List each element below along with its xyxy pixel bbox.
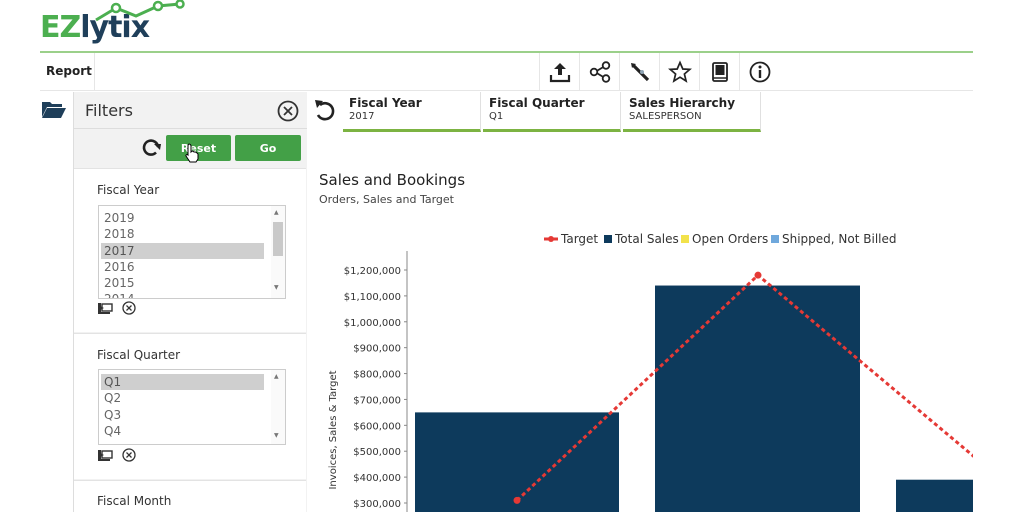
info-icon [749, 61, 771, 82]
magic-wand-icon [631, 62, 650, 81]
total-sales-bar[interactable] [655, 285, 860, 512]
legend-label[interactable]: Shipped, Not Billed [782, 232, 897, 246]
clear-circle-icon[interactable] [122, 448, 136, 462]
breadcrumb-value: 2017 [349, 111, 375, 122]
y-tick-label: $1,000,000 [344, 318, 401, 329]
star-icon [668, 59, 692, 83]
y-tick-label: $300,000 [353, 499, 401, 510]
fiscal-year-option-selected[interactable]: 2017 [101, 243, 264, 259]
export-button[interactable] [539, 53, 580, 90]
select-tool-icon[interactable] [97, 301, 117, 315]
fiscal-quarter-tools [97, 447, 136, 466]
go-button[interactable]: Go [235, 135, 301, 161]
select-tool-icon[interactable] [97, 448, 117, 462]
scroll-up-arrow-icon[interactable]: ▲ [274, 209, 279, 216]
magic-wand-button[interactable] [619, 53, 660, 90]
breadcrumb-sales-hierarchy[interactable]: Sales Hierarchy SALESPERSON [623, 92, 761, 132]
y-tick-label: $1,200,000 [344, 266, 401, 277]
scroll-thumb[interactable] [273, 222, 283, 256]
legend-swatch [771, 235, 779, 243]
y-axis-title: Invoices, Sales & Target [328, 370, 339, 489]
breadcrumb-fiscal-quarter[interactable]: Fiscal Quarter Q1 [483, 92, 621, 132]
info-button[interactable] [739, 53, 780, 90]
undo-icon [315, 100, 335, 121]
share-icon [589, 60, 611, 83]
clear-circle-icon[interactable] [122, 301, 136, 315]
logo-trend-icon [95, 0, 185, 22]
logo-ez-text: EZ [40, 10, 81, 45]
close-filters-button[interactable] [277, 100, 299, 126]
y-tick-label: $500,000 [353, 447, 401, 458]
share-button[interactable] [579, 53, 620, 90]
fiscal-year-option[interactable]: 2019 [104, 210, 135, 226]
fiscal-month-filter: Fiscal Month [74, 480, 306, 513]
y-tick-label: $900,000 [353, 344, 401, 355]
fiscal-quarter-option[interactable]: Q2 [104, 390, 121, 406]
open-folder-button[interactable] [41, 99, 67, 123]
folder-open-icon [42, 102, 66, 118]
fiscal-year-option[interactable]: 2014 [104, 291, 135, 298]
scroll-down-arrow-icon[interactable]: ▼ [274, 432, 279, 439]
fiscal-quarter-option-selected[interactable]: Q1 [101, 374, 264, 390]
breadcrumb-title: Fiscal Year [349, 96, 422, 110]
y-tick-label: $600,000 [353, 421, 401, 432]
refresh-filters-button[interactable] [139, 136, 163, 164]
report-menu[interactable]: Report [46, 64, 92, 78]
chart-title: Sales and Bookings [319, 171, 466, 189]
fiscal-year-tools [97, 300, 136, 319]
fiscal-quarter-scrollbar[interactable]: ▲ ▼ [271, 370, 285, 444]
legend-target-marker [548, 236, 554, 242]
ezlytix-logo: EZlytix [40, 0, 185, 50]
scroll-up-arrow-icon[interactable]: ▲ [274, 373, 279, 380]
legend-label[interactable]: Target [560, 232, 598, 246]
bookmark-button[interactable] [699, 53, 740, 90]
legend-label[interactable]: Open Orders [692, 232, 768, 246]
breadcrumb-fiscal-year[interactable]: Fiscal Year 2017 [343, 92, 481, 132]
filters-title: Filters [85, 101, 133, 120]
report-toolbar: Report [40, 53, 973, 91]
fiscal-quarter-option[interactable]: Q4 [104, 423, 121, 439]
fiscal-quarter-option[interactable]: Q3 [104, 407, 121, 423]
refresh-icon [142, 139, 161, 156]
legend-label[interactable]: Total Sales [614, 232, 679, 246]
sales-bookings-chart: Target Total Sales Open Orders Shipped, Not… [328, 232, 973, 512]
fiscal-year-listbox[interactable]: 2019 2018 2017 2016 2015 2014 ▲ ▼ [98, 205, 286, 299]
fiscal-year-filter: Fiscal Year 2019 2018 2017 2016 2015 201… [74, 168, 306, 332]
breadcrumb-title: Sales Hierarchy [629, 96, 736, 110]
total-sales-bar[interactable] [896, 479, 973, 512]
y-tick-label: $700,000 [353, 395, 401, 406]
scroll-down-arrow-icon[interactable]: ▼ [274, 284, 279, 291]
target-point[interactable] [754, 271, 762, 279]
breadcrumb-value: SALESPERSON [629, 111, 702, 122]
fiscal-year-option[interactable]: 2016 [104, 259, 135, 275]
fiscal-year-option[interactable]: 2015 [104, 275, 135, 291]
y-tick-label: $400,000 [353, 473, 401, 484]
legend-swatch [604, 235, 612, 243]
undo-button[interactable] [312, 97, 336, 127]
fiscal-quarter-listbox[interactable]: Q1 Q2 Q3 Q4 ▲ ▼ [98, 369, 286, 445]
fiscal-quarter-label: Fiscal Quarter [97, 348, 181, 362]
legend-swatch [681, 235, 689, 243]
toolbar-separator [94, 53, 95, 90]
target-point[interactable] [513, 496, 521, 504]
breadcrumb-title: Fiscal Quarter [489, 96, 585, 110]
book-icon [712, 61, 728, 82]
y-tick-label: $1,100,000 [344, 292, 401, 303]
fiscal-quarter-filter: Fiscal Quarter Q1 Q2 Q3 Q4 ▲ ▼ [74, 333, 306, 479]
favorite-button[interactable] [659, 53, 700, 90]
breadcrumb-value: Q1 [489, 111, 504, 122]
chart-subtitle: Orders, Sales and Target [319, 193, 454, 206]
fiscal-year-option[interactable]: 2018 [104, 226, 135, 242]
fiscal-year-label: Fiscal Year [97, 183, 160, 197]
y-tick-label: $800,000 [353, 370, 401, 381]
hand-cursor-icon [185, 143, 199, 163]
close-circle-icon [277, 100, 299, 122]
fiscal-year-scrollbar[interactable]: ▲ ▼ [271, 206, 285, 298]
filters-header: Filters [74, 92, 307, 129]
fiscal-month-label: Fiscal Month [97, 494, 172, 508]
upload-icon [549, 62, 571, 82]
